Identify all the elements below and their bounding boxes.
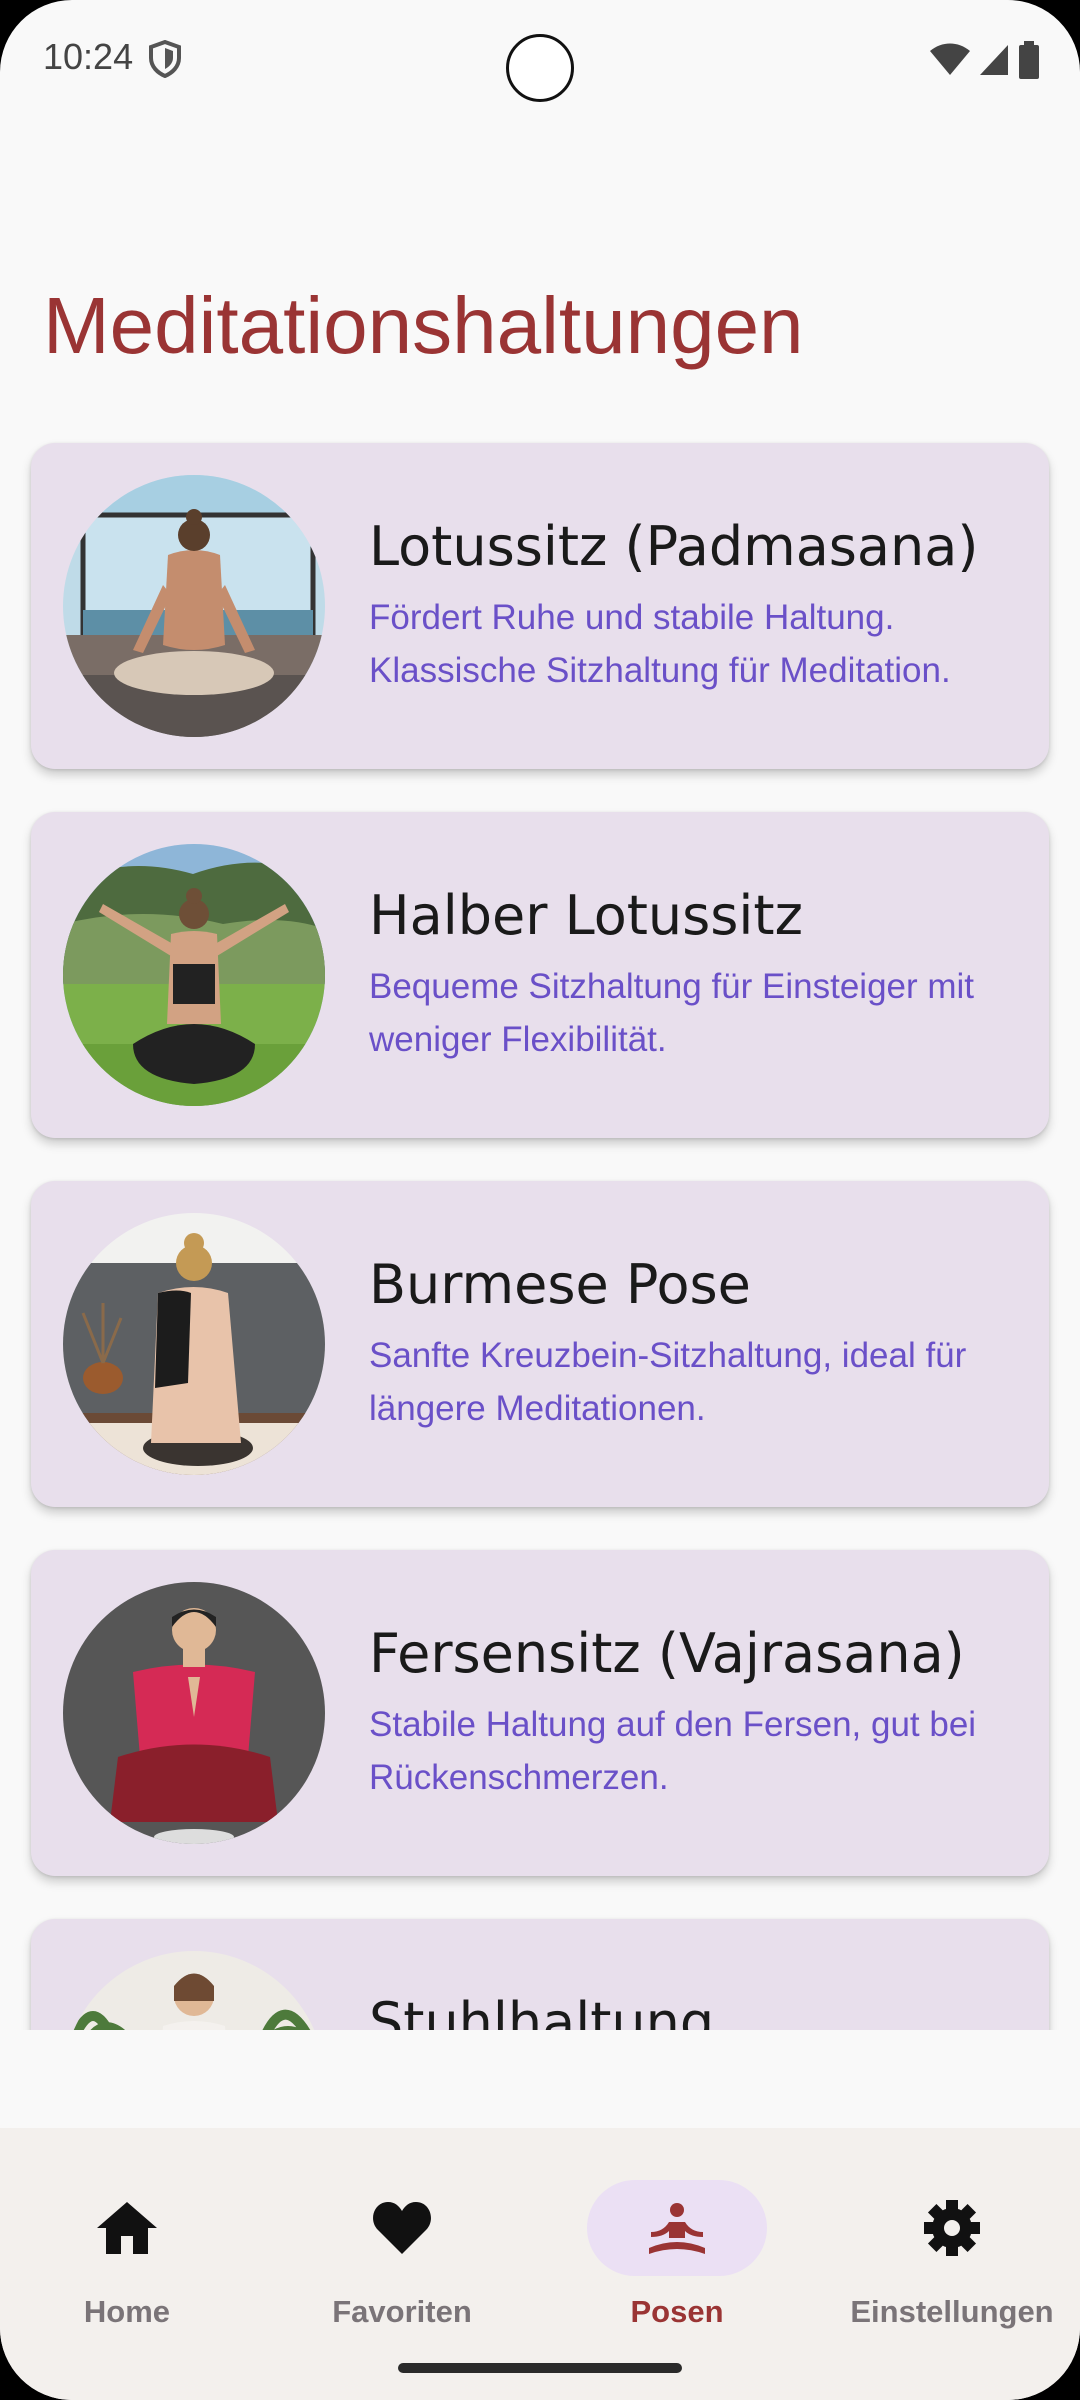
- nav-label: Einstellungen: [850, 2294, 1054, 2329]
- pose-list[interactable]: Lotussitz (Padmasana) Fördert Ruhe und s…: [0, 430, 1080, 2030]
- pose-title: Burmese Pose: [369, 1253, 751, 1316]
- battery-icon: [1019, 41, 1039, 79]
- status-icons: [930, 40, 1040, 80]
- pose-image-lotussitz: [63, 475, 325, 737]
- status-time: 10:24: [43, 36, 134, 77]
- nav-label: Favoriten: [332, 2294, 472, 2329]
- app-screen: 10:24 Meditationshaltungen Lotussitz (Pa…: [0, 0, 1080, 2400]
- camera-cutout: [506, 34, 574, 102]
- pose-image-fersensitz: [63, 1582, 325, 1844]
- pose-card-lotussitz[interactable]: Lotussitz (Padmasana) Fördert Ruhe und s…: [31, 443, 1049, 769]
- pose-card-halber-lotussitz[interactable]: Halber Lotussitz Bequeme Sitzhaltung für…: [31, 812, 1049, 1138]
- nav-item-home[interactable]: Home: [0, 2154, 257, 2334]
- meditation-icon: [649, 2203, 705, 2254]
- pose-description: Stabile Haltung auf den Fersen, gut bei …: [369, 1705, 977, 1797]
- pose-description: Sanfte Kreuzbein-Sitzhaltung, ideal für …: [369, 1336, 967, 1428]
- bottom-navigation: Home Favoriten Posen Einstellungen: [0, 2128, 1080, 2400]
- gear-icon: [924, 2200, 980, 2256]
- pose-title: Fersensitz (Vajrasana): [369, 1622, 965, 1685]
- home-indicator[interactable]: [398, 2363, 682, 2373]
- nav-item-favoriten[interactable]: Favoriten: [272, 2154, 532, 2334]
- nav-item-einstellungen[interactable]: Einstellungen: [822, 2154, 1080, 2334]
- signal-icon: [980, 45, 1008, 75]
- pose-card-burmese-pose[interactable]: Burmese Pose Sanfte Kreuzbein-Sitzhaltun…: [31, 1181, 1049, 1507]
- pose-card-fersensitz[interactable]: Fersensitz (Vajrasana) Stabile Haltung a…: [31, 1550, 1049, 1876]
- page-title: Meditationshaltungen: [43, 281, 804, 370]
- shield-icon: [149, 40, 181, 78]
- nav-label: Posen: [630, 2294, 724, 2329]
- pose-description: Bequeme Sitzhaltung für Einsteiger mit w…: [369, 967, 975, 1059]
- heart-icon: [373, 2202, 431, 2254]
- status-bar: 10:24: [0, 0, 1080, 120]
- pose-title: Lotussitz (Padmasana): [369, 515, 979, 578]
- pose-image-stuhlhaltung: [63, 1951, 325, 2030]
- nav-label: Home: [83, 2294, 171, 2329]
- pose-card-stuhlhaltung[interactable]: Stuhlhaltung: [31, 1919, 1049, 2030]
- pose-image-burmese-pose: [63, 1213, 325, 1475]
- pose-description: Fördert Ruhe und stabile Haltung. Klassi…: [369, 598, 951, 690]
- nav-item-posen[interactable]: Posen: [547, 2154, 807, 2334]
- home-icon: [97, 2202, 157, 2254]
- pose-title: Stuhlhaltung: [369, 1991, 715, 2030]
- wifi-icon: [930, 43, 970, 75]
- pose-image-halber-lotussitz: [63, 844, 325, 1106]
- pose-title: Halber Lotussitz: [369, 884, 803, 947]
